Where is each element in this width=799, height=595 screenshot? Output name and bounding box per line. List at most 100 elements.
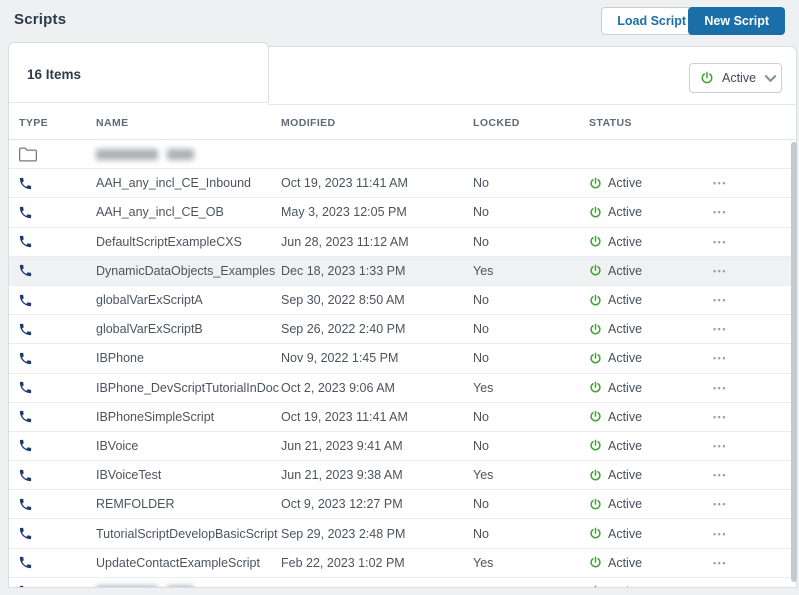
table-header: TYPE NAME MODIFIED LOCKED STATUS bbox=[9, 105, 796, 140]
script-name: IBVoiceTest bbox=[96, 468, 162, 483]
script-name: AAH_any_incl_CE_OB bbox=[96, 205, 224, 220]
table-row[interactable]: AAH_any_incl_CE_Inbound Oct 19, 2023 11:4… bbox=[9, 169, 796, 199]
modified-date: Jun 21, 2023 9:38 AM bbox=[281, 468, 403, 483]
power-icon bbox=[589, 206, 602, 219]
power-icon bbox=[589, 410, 602, 423]
script-name: DynamicDataObjects_Examples bbox=[96, 263, 276, 278]
modified-date: Feb 22, 2023 1:02 PM bbox=[281, 555, 405, 570]
script-name bbox=[96, 578, 194, 587]
row-menu-button[interactable]: ••• bbox=[707, 286, 733, 314]
table-row[interactable]: AAH_any_incl_CE_OB May 3, 2023 12:05 PM No… bbox=[9, 198, 796, 228]
column-header-locked[interactable]: LOCKED bbox=[473, 117, 520, 129]
table-row[interactable]: IBVoiceTest Jun 21, 2023 9:38 AM Yes Active… bbox=[9, 461, 796, 491]
power-icon bbox=[589, 498, 602, 511]
locked-value: No bbox=[473, 409, 489, 424]
status-badge: Active bbox=[589, 490, 642, 518]
power-icon bbox=[589, 323, 602, 336]
script-name: IBPhone bbox=[96, 351, 144, 366]
items-count: 16 Items bbox=[27, 67, 82, 82]
script-name: IBPhone_DevScriptTutorialInDoc bbox=[96, 380, 279, 395]
locked-value: No bbox=[473, 205, 489, 220]
table-row[interactable]: REMFOLDER Oct 9, 2023 12:27 PM No Active ••• bbox=[9, 490, 796, 520]
phone-icon bbox=[18, 526, 33, 541]
status-badge: Active bbox=[589, 257, 642, 285]
locked-value: Yes bbox=[473, 263, 494, 278]
table-row[interactable]: DefaultScriptExampleCXS Jun 28, 2023 11:1… bbox=[9, 227, 796, 257]
power-icon bbox=[589, 469, 602, 482]
phone-icon bbox=[18, 263, 33, 278]
phone-icon bbox=[18, 584, 33, 587]
row-menu-button[interactable]: ••• bbox=[707, 519, 733, 547]
row-menu-button[interactable]: ••• bbox=[707, 490, 733, 518]
table-row[interactable]: UpdateContactExampleScript Feb 22, 2023 1… bbox=[9, 548, 796, 578]
script-name: UpdateContactExampleScript bbox=[96, 555, 260, 570]
table-row[interactable] bbox=[9, 140, 796, 170]
table-row[interactable]: globalVarExScriptA Sep 30, 2022 8:50 AM No… bbox=[9, 285, 796, 316]
new-script-button[interactable]: New Script bbox=[688, 7, 785, 35]
modified-date: Oct 2, 2023 9:06 AM bbox=[281, 380, 395, 395]
row-menu-button[interactable]: ••• bbox=[707, 549, 733, 577]
script-name: globalVarExScriptA bbox=[96, 293, 203, 308]
locked-value: No bbox=[473, 234, 489, 249]
modified-date: Dec 18, 2023 1:33 PM bbox=[281, 263, 406, 278]
power-icon bbox=[589, 381, 602, 394]
row-menu-button[interactable]: ••• bbox=[707, 374, 733, 402]
row-menu-button[interactable]: ••• bbox=[707, 169, 733, 197]
redacted-text bbox=[96, 586, 158, 587]
phone-icon bbox=[18, 176, 33, 191]
phone-icon bbox=[18, 205, 33, 220]
status-badge: Active bbox=[589, 461, 642, 489]
row-menu-button[interactable]: ••• bbox=[707, 432, 733, 460]
redacted-text bbox=[167, 586, 194, 587]
locked-value: No bbox=[473, 497, 489, 512]
modified-date: Oct 19, 2023 11:41 AM bbox=[281, 409, 408, 424]
table-row[interactable]: globalVarExScriptB Sep 26, 2022 2:40 PM No… bbox=[9, 315, 796, 345]
row-menu-button[interactable]: ••• bbox=[707, 257, 733, 285]
row-menu-button[interactable]: ••• bbox=[707, 403, 733, 431]
row-menu-button[interactable]: ••• bbox=[707, 344, 733, 372]
locked-value: No bbox=[473, 526, 489, 541]
row-menu-button[interactable]: ••• bbox=[707, 198, 733, 226]
power-icon bbox=[589, 527, 602, 540]
folder-icon bbox=[18, 146, 38, 163]
modified-date: Sep 30, 2022 8:50 AM bbox=[281, 293, 405, 308]
table-row[interactable]: IBPhone Nov 9, 2022 1:45 PM No Active ••• bbox=[9, 344, 796, 374]
status-badge: Active bbox=[589, 198, 642, 226]
scripts-panel: 16 Items Active TYPE NAME MODIFIED LOCKE… bbox=[8, 42, 797, 588]
phone-icon bbox=[18, 322, 33, 337]
phone-icon bbox=[18, 438, 33, 453]
table-row[interactable]: DynamicDataObjects_Examples Dec 18, 2023 … bbox=[9, 256, 796, 286]
power-icon bbox=[589, 235, 602, 248]
table-row[interactable]: IBPhoneSimpleScript Oct 19, 2023 11:41 AM… bbox=[9, 402, 796, 432]
locked-value: No bbox=[473, 293, 489, 308]
phone-icon bbox=[18, 497, 33, 512]
table-row[interactable]: Active bbox=[9, 577, 796, 587]
row-menu-button[interactable]: ••• bbox=[707, 228, 733, 256]
chevron-down-icon bbox=[764, 73, 777, 84]
column-header-status[interactable]: STATUS bbox=[589, 117, 632, 129]
script-name: IBVoice bbox=[96, 438, 139, 453]
row-menu-button[interactable]: ••• bbox=[707, 461, 733, 489]
power-icon bbox=[589, 585, 602, 587]
column-header-type[interactable]: TYPE bbox=[19, 117, 48, 129]
phone-icon bbox=[18, 555, 33, 570]
row-menu-button[interactable]: ••• bbox=[707, 315, 733, 343]
status-filter-dropdown[interactable]: Active bbox=[689, 63, 782, 93]
scrollbar[interactable] bbox=[791, 142, 797, 582]
load-script-button[interactable]: Load Script bbox=[601, 7, 702, 35]
status-badge: Active bbox=[589, 315, 642, 343]
power-icon bbox=[589, 177, 602, 190]
locked-value: No bbox=[473, 351, 489, 366]
status-badge: Active bbox=[589, 169, 642, 197]
modified-date: Oct 9, 2023 12:27 PM bbox=[281, 497, 403, 512]
status-badge: Active bbox=[589, 549, 642, 577]
table-row[interactable]: TutorialScriptDevelopBasicScript Sep 29, … bbox=[9, 519, 796, 549]
script-name: globalVarExScriptB bbox=[96, 322, 203, 337]
modified-date: Oct 19, 2023 11:41 AM bbox=[281, 176, 408, 191]
table-row[interactable]: IBVoice Jun 21, 2023 9:41 AM No Active ••• bbox=[9, 431, 796, 462]
column-header-modified[interactable]: MODIFIED bbox=[281, 117, 336, 129]
column-header-name[interactable]: NAME bbox=[96, 117, 129, 129]
table-row[interactable]: IBPhone_DevScriptTutorialInDoc Oct 2, 202… bbox=[9, 373, 796, 403]
page-title: Scripts bbox=[14, 11, 67, 28]
status-badge: Active bbox=[589, 578, 642, 587]
